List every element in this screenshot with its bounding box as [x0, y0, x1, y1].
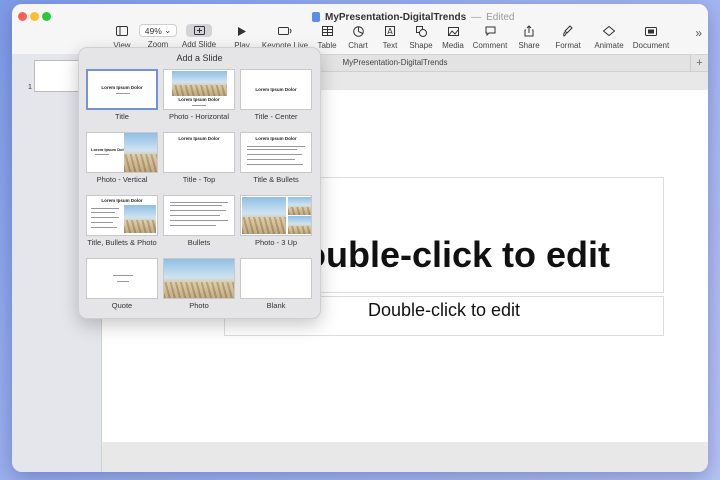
share-icon [524, 24, 534, 38]
play-icon [238, 24, 246, 38]
table-icon [321, 24, 333, 38]
animate-button[interactable]: Animate [587, 24, 631, 50]
fullscreen-window-button[interactable] [42, 12, 51, 21]
slide-number: 1 [28, 84, 32, 91]
layout-thumbnail: Lorem Ipsum Dolor [240, 69, 312, 110]
layout-photo-3-up[interactable]: Photo - 3 Up [240, 195, 312, 247]
layout-thumbnail: Lorem Ipsum Dolor [240, 132, 312, 173]
document-button[interactable]: Document [629, 24, 673, 50]
keynote-live-icon [278, 24, 292, 38]
keynote-document-icon [312, 12, 320, 22]
format-button[interactable]: Format [546, 24, 590, 50]
media-icon [447, 24, 459, 38]
layout-thumbnail: Lorem Ipsum Dolor [163, 132, 235, 173]
layout-thumbnail [163, 195, 235, 236]
svg-text:A: A [387, 27, 393, 36]
layout-bullets[interactable]: Bullets [163, 195, 235, 247]
animate-icon [603, 24, 615, 38]
new-tab-button[interactable]: + [690, 55, 708, 72]
add-slide-button[interactable]: Add Slide [177, 24, 221, 49]
beach-photo [288, 216, 311, 234]
shape-icon [415, 24, 427, 38]
minimize-window-button[interactable] [30, 12, 39, 21]
zoom-select[interactable]: 49% ⌄ [139, 24, 177, 37]
zoom-control[interactable]: 49% ⌄ Zoom [136, 24, 180, 49]
beach-photo [124, 205, 156, 233]
share-button[interactable]: Share [507, 24, 551, 50]
layout-title-bullets-photo[interactable]: Lorem Ipsum Dolor Title, Bullets & Photo [86, 195, 158, 247]
add-slide-icon [186, 24, 212, 37]
add-slide-popover: Add a Slide Lorem Ipsum Dolor Title Lore… [78, 47, 321, 319]
layout-thumbnail: Lorem Ipsum Dolor [86, 132, 158, 173]
layout-thumbnail [163, 258, 235, 299]
layout-thumbnail [86, 258, 158, 299]
layout-thumbnail [240, 258, 312, 299]
document-icon [645, 24, 657, 38]
edited-status: Edited [486, 11, 515, 23]
layout-thumbnail: Lorem Ipsum Dolor [86, 69, 158, 110]
layout-title-and-bullets[interactable]: Lorem Ipsum Dolor Title & Bullets [240, 132, 312, 184]
comment-icon [485, 24, 496, 38]
layout-quote[interactable]: Quote [86, 258, 158, 310]
beach-photo [124, 133, 157, 172]
text-icon: A [385, 24, 395, 38]
beach-photo [172, 71, 227, 96]
layout-blank[interactable]: Blank [240, 258, 312, 310]
chevron-down-icon: ⌄ [164, 25, 172, 35]
layout-thumbnail: Lorem Ipsum Dolor [86, 195, 158, 236]
close-window-button[interactable] [18, 12, 27, 21]
paintbrush-icon [563, 24, 573, 38]
popover-title: Add a Slide [176, 53, 223, 63]
beach-photo [164, 259, 234, 298]
document-name[interactable]: MyPresentation-DigitalTrends [325, 12, 466, 23]
layout-title[interactable]: Lorem Ipsum Dolor Title [86, 69, 158, 121]
layout-photo-vertical[interactable]: Lorem Ipsum Dolor Photo - Vertical [86, 132, 158, 184]
comment-button[interactable]: Comment [468, 24, 512, 50]
layout-title-top[interactable]: Lorem Ipsum Dolor Title - Top [163, 132, 235, 184]
beach-photo [242, 197, 286, 234]
layout-photo-horizontal[interactable]: Lorem Ipsum Dolor Photo - Horizontal [163, 69, 235, 121]
layout-photo[interactable]: Photo [163, 258, 235, 310]
layout-title-center[interactable]: Lorem Ipsum Dolor Title - Center [240, 69, 312, 121]
beach-photo [288, 197, 311, 215]
window-title: MyPresentation-DigitalTrends — Edited [312, 10, 515, 24]
toolbar-overflow-icon[interactable]: » [695, 26, 702, 40]
chart-icon [352, 24, 364, 38]
sidebar-icon [116, 24, 128, 38]
layout-thumbnail [240, 195, 312, 236]
layout-thumbnail: Lorem Ipsum Dolor [163, 69, 235, 110]
